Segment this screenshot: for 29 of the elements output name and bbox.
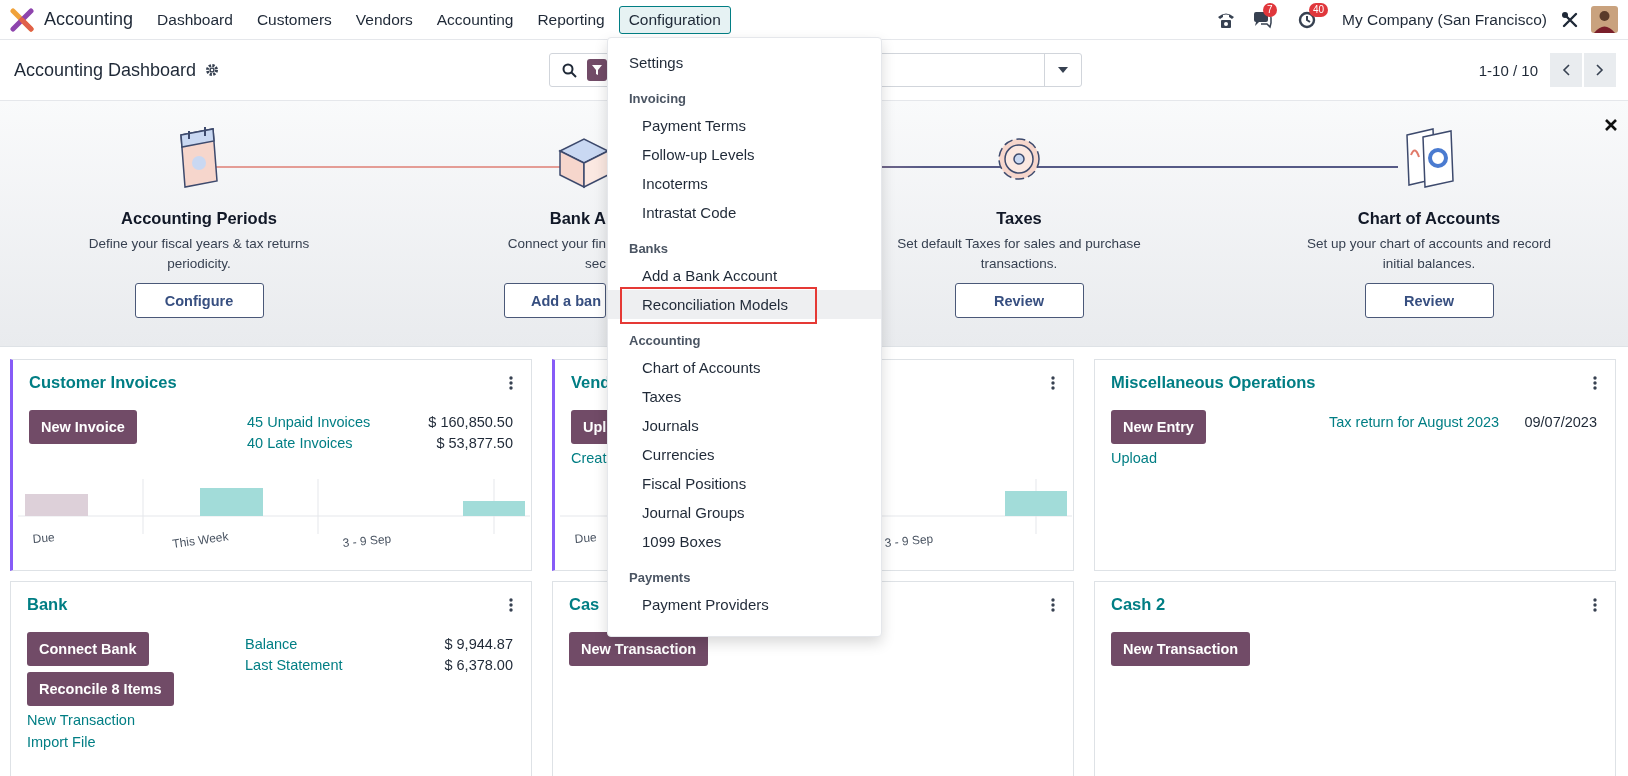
menu-section-header: Banks (628, 240, 670, 258)
page-title: Accounting Dashboard (14, 59, 197, 81)
stat-value: $ 9,944.87 (444, 636, 513, 652)
step-description: periodicity. (167, 255, 231, 273)
notification-badge: 7 (1263, 2, 1277, 17)
step-description: initial balances. (1382, 255, 1476, 273)
stat-value: $ 53,877.50 (435, 435, 513, 451)
chart-label: 3 - 9 Sep (342, 531, 392, 550)
menu-section-header: Accounting (628, 332, 702, 350)
menu-section-header: Invoicing (628, 90, 688, 108)
chart-label: Due (574, 530, 598, 546)
step-title: Taxes (996, 209, 1042, 228)
chart-label: 3 - 9 Sep (884, 531, 934, 550)
step-description: Set up your chart of accounts and record (1307, 235, 1551, 253)
stat-value: $ 6,378.00 (444, 657, 513, 673)
chart-label: This Week (171, 529, 230, 551)
step-title: Accounting Periods (121, 209, 277, 228)
stat-value: $ 160,850.50 (428, 414, 513, 430)
step-description: Define your fiscal years & tax returns (88, 235, 310, 253)
step-title: Bank A (549, 209, 606, 228)
step-description: Connect your fin (507, 235, 606, 253)
step-description: Set default Taxes for sales and purchase (897, 235, 1141, 253)
notification-badge: 40 (1309, 2, 1329, 17)
chart-label: Due (32, 530, 56, 546)
step-description: transactions. (980, 255, 1058, 273)
step-description: sec (585, 255, 606, 273)
stat-value: 09/07/2023 (1524, 414, 1597, 430)
menu-section-header: Payments (628, 569, 692, 587)
step-title: Chart of Accounts (1357, 209, 1501, 228)
